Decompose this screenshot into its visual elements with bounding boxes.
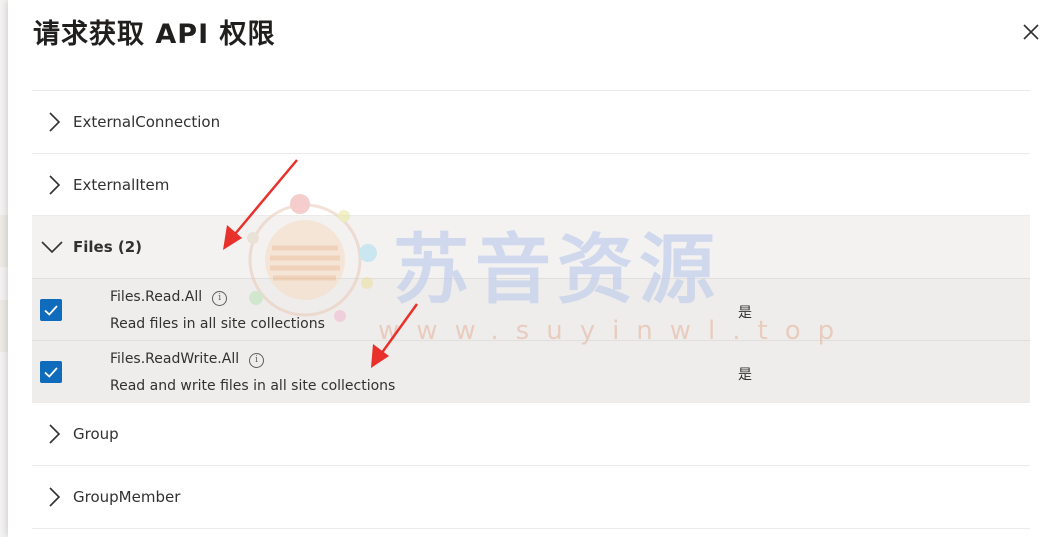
group-label: ExternalConnection bbox=[73, 113, 221, 131]
info-icon[interactable]: i bbox=[249, 353, 265, 368]
chevron-right-icon bbox=[49, 175, 61, 195]
divider bbox=[32, 528, 1030, 529]
checkbox-checked[interactable] bbox=[40, 361, 62, 383]
group-label: Group bbox=[73, 425, 119, 443]
admin-consent-required: 是 bbox=[738, 305, 752, 321]
checkbox-checked[interactable] bbox=[40, 299, 62, 321]
panel-title: 请求获取 API 权限 bbox=[33, 19, 276, 50]
permission-name: Files.Read.All i bbox=[110, 289, 228, 306]
request-api-permissions-panel: 请求获取 API 权限 ExternalConnection ExternalI… bbox=[8, 0, 1051, 537]
info-icon[interactable]: i bbox=[212, 291, 228, 306]
chevron-right-icon bbox=[49, 487, 61, 507]
group-row-groupmember[interactable]: GroupMember bbox=[32, 465, 1030, 528]
admin-consent-required: 是 bbox=[738, 367, 752, 383]
group-row-externalconnection[interactable]: ExternalConnection bbox=[32, 90, 1030, 153]
permission-row-files-read-all[interactable]: Files.Read.All i Read files in all site c… bbox=[32, 278, 1030, 340]
group-label: ExternalItem bbox=[73, 176, 170, 194]
permission-description: Read files in all site collections bbox=[110, 316, 325, 332]
background-block bbox=[0, 215, 8, 267]
background-page-edge bbox=[0, 0, 8, 537]
group-label: Files (2) bbox=[73, 238, 143, 256]
close-icon[interactable] bbox=[1021, 22, 1041, 42]
permission-name: Files.ReadWrite.All i bbox=[110, 351, 265, 368]
permission-row-files-readwrite-all[interactable]: Files.ReadWrite.All i Read and write file… bbox=[32, 340, 1030, 402]
permission-description: Read and write files in all site collect… bbox=[110, 378, 396, 394]
group-row-files[interactable]: Files (2) bbox=[32, 215, 1030, 278]
permission-name-text: Files.ReadWrite.All bbox=[110, 351, 240, 367]
chevron-right-icon bbox=[49, 424, 61, 444]
group-row-group[interactable]: Group bbox=[32, 402, 1030, 465]
group-row-externalitem[interactable]: ExternalItem bbox=[32, 153, 1030, 216]
permission-name-text: Files.Read.All bbox=[110, 289, 203, 305]
chevron-down-icon bbox=[41, 241, 63, 254]
background-block bbox=[0, 300, 8, 352]
chevron-right-icon bbox=[49, 112, 61, 132]
group-label: GroupMember bbox=[73, 488, 181, 506]
